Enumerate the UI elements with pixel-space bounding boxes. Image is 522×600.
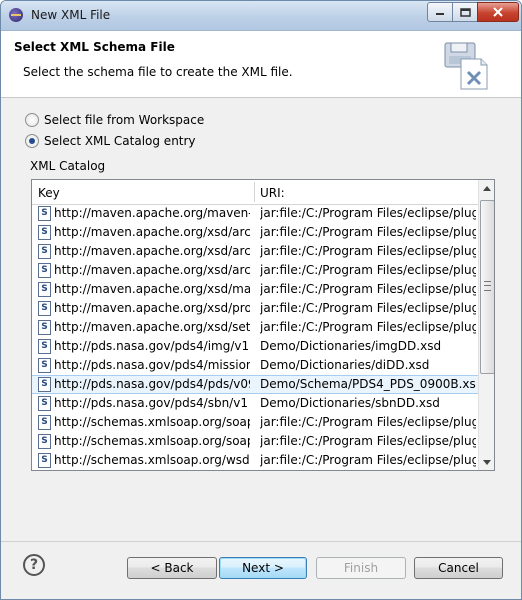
table-row[interactable]: Shttp://pds.nasa.gov/pds4/img/v1 Demo/Dic…	[32, 337, 478, 356]
xml-schema-file-icon: S	[38, 206, 51, 221]
cell-key: http://schemas.xmlsoap.org/wsdl/	[54, 453, 250, 467]
help-button[interactable]: ?	[23, 554, 45, 576]
table-row[interactable]: Shttp://schemas.xmlsoap.org/soap/... jar:…	[32, 413, 478, 432]
xml-schema-file-icon: S	[38, 434, 51, 449]
table-row[interactable]: Shttp://maven.apache.org/xsd/arche... jar…	[32, 223, 478, 242]
wizard-header: Select XML Schema File Select the schema…	[1, 31, 521, 98]
xml-schema-file-icon: S	[38, 282, 51, 297]
cell-uri: jar:file:/C:/Program Files/eclipse/plugi…	[260, 301, 476, 315]
cell-key: http://maven.apache.org/xsd/arche...	[54, 263, 250, 277]
xml-catalog-label: XML Catalog	[30, 159, 106, 173]
table-row[interactable]: Shttp://maven.apache.org/maven-v... jar:f…	[32, 204, 478, 223]
table-row[interactable]: Shttp://schemas.xmlsoap.org/soap/... jar:…	[32, 432, 478, 451]
eclipse-icon	[9, 8, 23, 22]
minimize-icon	[436, 13, 444, 15]
xml-schema-file-icon: S	[38, 453, 51, 468]
cell-uri: jar:file:/C:/Program Files/eclipse/plugi…	[260, 244, 476, 258]
table-row[interactable]: Shttp://pds.nasa.gov/pds4/mission/... Dem…	[32, 356, 478, 375]
cell-uri: jar:file:/C:/Program Files/eclipse/plugi…	[260, 415, 476, 429]
xml-schema-file-icon: S	[38, 225, 51, 240]
table-row[interactable]: Shttp://maven.apache.org/xsd/arche... jar…	[32, 261, 478, 280]
cell-uri: jar:file:/C:/Program Files/eclipse/plugi…	[260, 434, 476, 448]
catalog-option[interactable]: Select XML Catalog entry	[25, 134, 196, 148]
table-row[interactable]: Shttp://maven.apache.org/xsd/profil... ja…	[32, 299, 478, 318]
workspace-option-label[interactable]: Select file from Workspace	[44, 113, 204, 127]
cell-key: http://schemas.xmlsoap.org/soap/...	[54, 434, 250, 448]
vertical-scrollbar[interactable]	[478, 180, 494, 470]
cell-uri: Demo/Dictionaries/diDD.xsd	[260, 358, 430, 372]
column-header-key[interactable]: Key	[38, 186, 60, 200]
grip-icon	[484, 281, 491, 291]
table-row[interactable]: Shttp://maven.apache.org/xsd/mave... jar:…	[32, 280, 478, 299]
cell-uri: Demo/Dictionaries/sbnDD.xsd	[260, 396, 440, 410]
workspace-radio[interactable]	[25, 113, 39, 127]
scroll-down-button[interactable]	[479, 454, 494, 470]
back-button[interactable]: < Back	[127, 557, 217, 579]
cell-uri: jar:file:/C:/Program Files/eclipse/plugi…	[260, 453, 476, 467]
close-icon	[493, 7, 503, 17]
cell-key: http://maven.apache.org/xsd/mave...	[54, 282, 250, 296]
cell-key: http://pds.nasa.gov/pds4/pds/v09	[54, 377, 250, 391]
table-row[interactable]: Shttp://pds.nasa.gov/pds4/pds/v09 Demo/Sc…	[32, 375, 478, 394]
table-row[interactable]: Shttp://schemas.xmlsoap.org/wsdl/jar:fil…	[32, 451, 478, 470]
footer-divider	[1, 541, 521, 542]
table-row[interactable]: Shttp://maven.apache.org/xsd/arche... jar…	[32, 242, 478, 261]
catalog-radio[interactable]	[25, 134, 39, 148]
close-button[interactable]	[477, 2, 519, 22]
cell-key: http://maven.apache.org/maven-v...	[54, 206, 250, 220]
cell-uri: jar:file:/C:/Program Files/eclipse/plugi…	[260, 282, 476, 296]
page-description: Select the schema file to create the XML…	[23, 65, 293, 79]
xml-schema-file-icon: S	[38, 339, 51, 354]
xml-schema-file-icon: S	[38, 320, 51, 335]
cell-key: http://maven.apache.org/xsd/settin...	[54, 320, 250, 334]
xml-schema-file-icon: S	[38, 244, 51, 259]
xml-schema-file-icon: S	[38, 301, 51, 316]
cell-key: http://maven.apache.org/xsd/arche...	[54, 225, 250, 239]
cell-uri: jar:file:/C:/Program Files/eclipse/plugi…	[260, 206, 476, 220]
table-body: Shttp://maven.apache.org/maven-v... jar:f…	[32, 204, 478, 470]
scroll-up-button[interactable]	[479, 180, 494, 196]
finish-button[interactable]: Finish	[316, 557, 406, 579]
window-title: New XML File	[31, 8, 111, 22]
cell-key: http://pds.nasa.gov/pds4/img/v1	[54, 339, 250, 353]
xml-schema-file-icon: S	[38, 396, 51, 411]
maximize-button[interactable]	[452, 2, 478, 22]
table-header: Key URI:	[32, 180, 478, 205]
xml-catalog-table[interactable]: Key URI: Shttp://maven.apache.org/maven-…	[31, 179, 495, 471]
cell-key: http://maven.apache.org/xsd/arche...	[54, 244, 250, 258]
xml-schema-file-icon: S	[38, 415, 51, 430]
page-title: Select XML Schema File	[14, 40, 175, 54]
xml-schema-file-icon: S	[38, 377, 51, 392]
cell-uri: Demo/Schema/PDS4_PDS_0900B.xsd	[260, 377, 476, 391]
column-header-uri[interactable]: URI:	[260, 186, 285, 200]
xml-schema-file-icon: S	[38, 263, 51, 278]
cell-uri: jar:file:/C:/Program Files/eclipse/plugi…	[260, 225, 476, 239]
scroll-down-icon	[483, 459, 491, 465]
cell-key: http://maven.apache.org/xsd/profil...	[54, 301, 250, 315]
cell-key: http://pds.nasa.gov/pds4/mission/...	[54, 358, 250, 372]
workspace-option[interactable]: Select file from Workspace	[25, 113, 204, 127]
cell-key: http://pds.nasa.gov/pds4/sbn/v1	[54, 396, 248, 410]
cell-uri: jar:file:/C:/Program Files/eclipse/plugi…	[260, 263, 476, 277]
table-row[interactable]: Shttp://maven.apache.org/xsd/settin... ja…	[32, 318, 478, 337]
maximize-icon	[459, 7, 471, 17]
catalog-option-label[interactable]: Select XML Catalog entry	[44, 134, 196, 148]
minimize-button[interactable]	[427, 2, 453, 22]
scrollbar-thumb[interactable]	[480, 200, 494, 374]
column-divider[interactable]	[254, 182, 255, 202]
xml-file-wizard-icon	[444, 42, 488, 90]
next-button[interactable]: Next >	[219, 557, 307, 579]
new-xml-file-dialog: New XML File Select XML Schema File Sele…	[0, 0, 522, 600]
cancel-button[interactable]: Cancel	[414, 557, 503, 579]
xml-schema-file-icon: S	[38, 358, 51, 373]
table-row[interactable]: Shttp://pds.nasa.gov/pds4/sbn/v1 Demo/Dic…	[32, 394, 478, 413]
cell-key: http://schemas.xmlsoap.org/soap/...	[54, 415, 250, 429]
cell-uri: Demo/Dictionaries/imgDD.xsd	[260, 339, 442, 353]
scroll-up-icon	[483, 185, 491, 191]
cell-uri: jar:file:/C:/Program Files/eclipse/plugi…	[260, 320, 476, 334]
title-bar[interactable]: New XML File	[1, 1, 521, 31]
